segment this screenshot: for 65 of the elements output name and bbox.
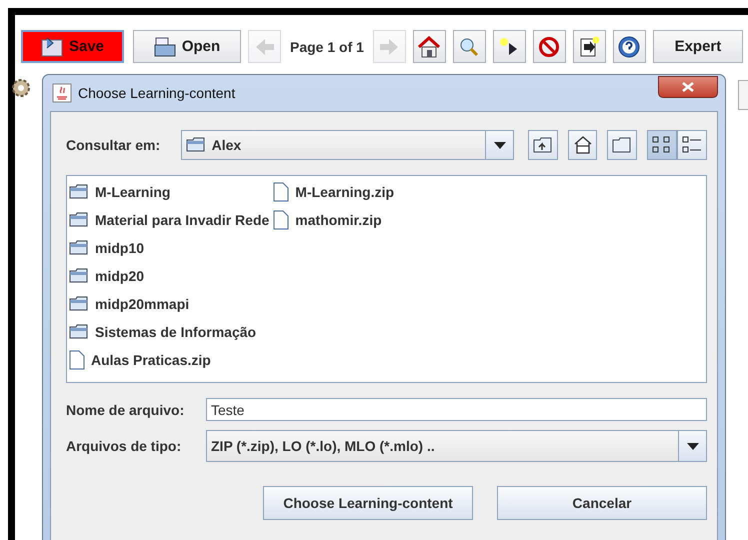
home-folder-button[interactable]: [568, 130, 598, 160]
stop-button[interactable]: [532, 30, 566, 63]
folder-icon: [612, 136, 632, 154]
file-name[interactable]: M-Learning.zip: [295, 184, 394, 200]
folder-icon: [69, 184, 89, 200]
expert-button[interactable]: Expert: [652, 30, 743, 63]
look-in-dropdown[interactable]: Alex: [180, 130, 514, 160]
import-button[interactable]: [572, 30, 606, 63]
help-icon: [618, 36, 640, 58]
up-folder-button[interactable]: [528, 130, 558, 160]
view-toggle[interactable]: [647, 130, 677, 160]
home-icon: [417, 36, 442, 58]
close-button[interactable]: [658, 76, 718, 98]
file-type-dropdown[interactable]: ZIP (*.zip), LO (*.lo), MLO (*.mlo) ..: [206, 430, 707, 462]
stop-icon: [538, 36, 560, 58]
dialog-title: Choose Learning-content: [78, 85, 236, 101]
save-button[interactable]: Save: [21, 30, 124, 63]
caret-icon: [494, 142, 506, 148]
dropdown-value: ZIP (*.zip), LO (*.lo), MLO (*.mlo) ..: [210, 438, 436, 454]
file-name-label: Nome de arquivo:: [66, 402, 186, 418]
dialog-button[interactable]: Choose Learning-content: [263, 486, 473, 520]
file-name[interactable]: mathomir.zip: [295, 212, 382, 228]
file-name[interactable]: M-Learning: [95, 184, 170, 200]
java-icon: [52, 83, 72, 103]
search-icon: [459, 36, 480, 56]
new-folder-button[interactable]: [607, 130, 637, 160]
folder-icon: [69, 212, 89, 228]
help-button[interactable]: [612, 30, 646, 63]
dialog-button[interactable]: Cancelar: [497, 486, 707, 520]
file-icon: [273, 182, 290, 202]
file-name[interactable]: Aulas Praticas.zip: [91, 352, 211, 368]
file-name[interactable]: Sistemas de Informação: [95, 324, 256, 340]
file-name[interactable]: Material para Invadir Rede: [95, 212, 270, 228]
file-icon: [69, 350, 85, 370]
file-name[interactable]: midp20: [95, 268, 144, 284]
save-icon: [40, 36, 63, 56]
folder-icon: [69, 324, 89, 340]
page-indicator: Page 1 of 1: [289, 38, 365, 54]
view-toggle[interactable]: [677, 130, 707, 160]
left-arrow-icon: [254, 38, 274, 56]
home-button[interactable]: [412, 30, 446, 63]
file-name[interactable]: midp10: [95, 240, 144, 256]
look-in-label: Consultar em:: [66, 137, 162, 153]
open-icon: [154, 36, 176, 56]
caret-icon: [686, 442, 698, 450]
folder-icon: [69, 296, 89, 312]
file-type-label: Arquivos de tipo:: [66, 438, 182, 454]
search-button[interactable]: [452, 30, 486, 63]
up-folder-icon: [532, 136, 553, 154]
folder-icon: [186, 137, 206, 153]
folder-icon: [69, 268, 89, 284]
list-view-icon: [652, 136, 672, 154]
star-arrow-button[interactable]: [492, 30, 526, 63]
dropdown-value: Alex: [212, 137, 242, 153]
file-name-field[interactable]: Teste: [206, 398, 707, 421]
open-button[interactable]: Open: [133, 30, 241, 63]
details-view-icon: [682, 136, 702, 154]
star-arrow-icon: [499, 36, 520, 56]
close-icon: [682, 82, 694, 92]
house-icon: [572, 136, 593, 154]
file-icon: [273, 210, 290, 230]
file-name[interactable]: midp20mmapi: [95, 296, 190, 312]
import-icon: [578, 36, 600, 58]
folder-icon: [69, 240, 89, 256]
right-arrow-icon: [379, 38, 400, 56]
